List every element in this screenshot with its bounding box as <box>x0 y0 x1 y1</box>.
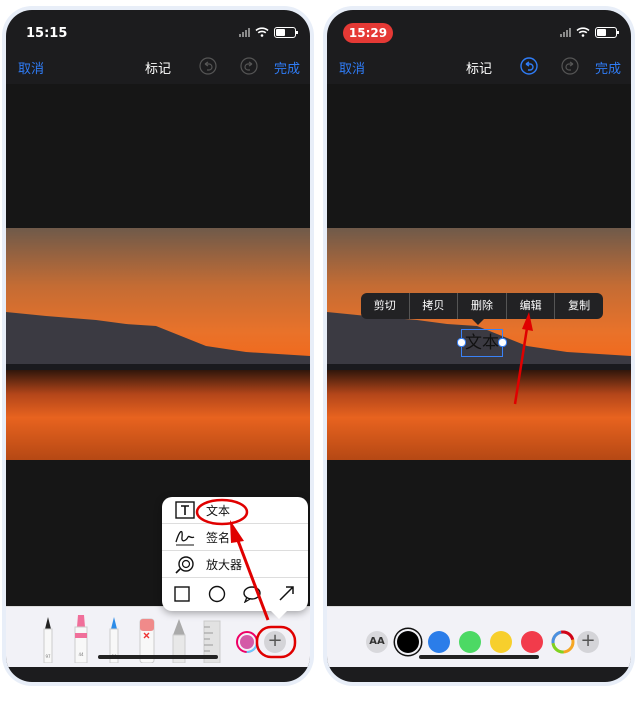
red-arrow-annotation <box>513 312 533 405</box>
color-yellow[interactable] <box>490 631 512 653</box>
left-phone-screenshot: 15:15 取消 标记 完成 97 44 + 文本 签名 放大器 <box>2 6 314 686</box>
color-red[interactable] <box>521 631 543 653</box>
home-indicator <box>419 655 539 659</box>
color-black[interactable] <box>397 631 419 653</box>
red-arrow-annotation <box>230 520 270 621</box>
font-style-button[interactable]: AA <box>366 631 388 653</box>
add-button[interactable]: + <box>577 631 599 653</box>
color-wheel-icon[interactable] <box>551 630 575 654</box>
color-green[interactable] <box>459 631 481 653</box>
right-phone-screenshot: 15:29 取消 标记 完成 剪切 拷贝 删除 编辑 复制 文本 AA + <box>323 6 635 686</box>
right-screen: 15:29 取消 标记 完成 剪切 拷贝 删除 编辑 复制 文本 AA + <box>327 10 631 682</box>
left-screen: 15:15 取消 标记 完成 97 44 + 文本 签名 放大器 <box>6 10 310 682</box>
color-blue[interactable] <box>428 631 450 653</box>
